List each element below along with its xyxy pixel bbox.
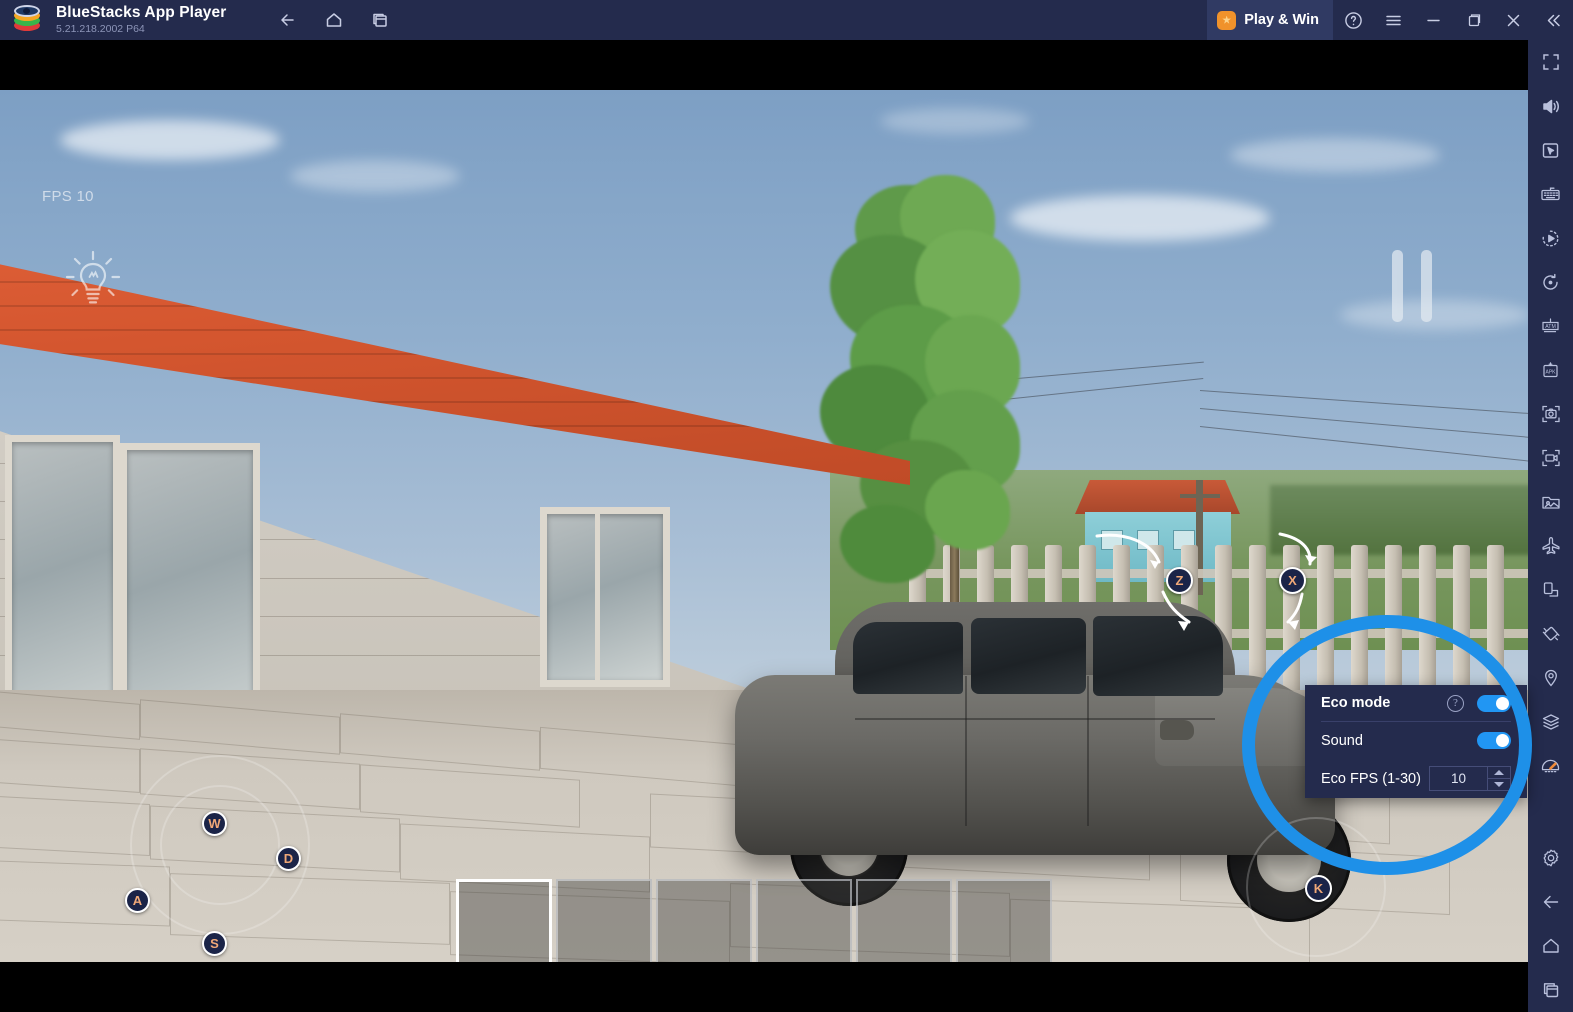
pause-icon: [1392, 250, 1432, 322]
eco-mode-row: Eco mode ?: [1321, 685, 1511, 722]
house-window: [540, 507, 670, 687]
help-icon[interactable]: [1333, 0, 1373, 40]
car-windshield: [1093, 616, 1223, 696]
home-icon[interactable]: [314, 0, 354, 40]
hotbar-slot[interactable]: [556, 879, 652, 962]
maximize-icon[interactable]: [1453, 0, 1493, 40]
record-screen-icon[interactable]: [1528, 436, 1573, 480]
location-icon[interactable]: [1528, 656, 1573, 700]
key-x[interactable]: X: [1279, 567, 1306, 594]
window-version: 5.21.218.2002 P64: [56, 22, 145, 35]
nav-back-icon[interactable]: [1528, 880, 1573, 924]
eco-fps-label: Eco FPS (1-30): [1321, 770, 1421, 787]
window-title-block: BlueStacks App Player 5.21.218.2002 P64: [56, 4, 227, 35]
eco-fps-arrows: [1487, 766, 1511, 791]
emulator-viewport: FPS 10 W A S D Z X K: [0, 40, 1528, 1012]
collapse-sidebar-icon[interactable]: [1533, 0, 1573, 40]
title-bar: BlueStacks App Player 5.21.218.2002 P64: [0, 0, 1573, 40]
coin-icon: [1218, 11, 1236, 29]
car-side-mirror: [1160, 720, 1194, 740]
eco-mode-icon[interactable]: [1528, 744, 1573, 788]
hotbar-slot[interactable]: [656, 879, 752, 962]
hotbar-slot[interactable]: [756, 879, 852, 962]
titlebar-right-group: Play & Win: [1207, 0, 1573, 40]
macro-record-icon[interactable]: [1528, 216, 1573, 260]
menu-icon[interactable]: [1373, 0, 1413, 40]
layers-icon[interactable]: [1528, 700, 1573, 744]
key-w[interactable]: W: [202, 811, 227, 836]
sound-label: Sound: [1321, 732, 1363, 749]
help-icon[interactable]: ?: [1447, 694, 1464, 712]
roof: [0, 260, 910, 485]
apk-install-icon[interactable]: APK: [1528, 348, 1573, 392]
utility-pole-arm: [1180, 494, 1220, 498]
eco-fps-stepper[interactable]: 10: [1429, 766, 1511, 791]
svg-text:ATM: ATM: [1545, 323, 1556, 329]
hotbar-slot[interactable]: [856, 879, 952, 962]
media-manager-icon[interactable]: [1528, 480, 1573, 524]
fps-overlay: FPS 10: [42, 188, 94, 205]
stepper-down-icon[interactable]: [1488, 779, 1510, 790]
key-d[interactable]: D: [276, 846, 301, 871]
sound-row: Sound: [1321, 722, 1511, 759]
back-icon[interactable]: [268, 0, 308, 40]
titlebar-nav-group: [268, 0, 400, 40]
screenshot-icon[interactable]: [1528, 392, 1573, 436]
bluestacks-window: BlueStacks App Player 5.21.218.2002 P64: [0, 0, 1573, 1012]
play-and-win-button[interactable]: Play & Win: [1207, 0, 1333, 40]
bluestacks-logo: [12, 5, 42, 35]
settings-gear-icon[interactable]: [1528, 836, 1573, 880]
hotbar: [456, 879, 1052, 962]
eco-fps-row: Eco FPS (1-30) 10: [1321, 759, 1511, 798]
hotbar-slot[interactable]: [456, 879, 552, 962]
key-k[interactable]: K: [1305, 875, 1332, 902]
play-and-win-label: Play & Win: [1244, 12, 1319, 28]
eco-mode-label: Eco mode: [1321, 695, 1391, 711]
lightbulb-icon: [58, 240, 128, 315]
stepper-up-icon[interactable]: [1488, 767, 1510, 779]
key-s[interactable]: S: [202, 931, 227, 956]
house-window: [5, 435, 120, 730]
hotbar-slot[interactable]: [956, 879, 1052, 962]
svg-text:APK: APK: [1545, 369, 1556, 375]
close-icon[interactable]: [1493, 0, 1533, 40]
minimize-icon[interactable]: [1413, 0, 1453, 40]
nav-recents-icon[interactable]: [1528, 968, 1573, 1012]
fullscreen-icon[interactable]: [1528, 40, 1573, 84]
orientation-icon[interactable]: [1528, 568, 1573, 612]
eco-mode-panel: Eco mode ? Sound Eco FPS (1-30) 10: [1305, 685, 1527, 798]
car-window-rear: [853, 622, 963, 694]
right-sidebar: ATM APK: [1528, 40, 1573, 1012]
game-screen[interactable]: FPS 10 W A S D Z X K: [0, 90, 1528, 962]
car-window-mid: [971, 618, 1086, 694]
atm-icon[interactable]: ATM: [1528, 304, 1573, 348]
nav-home-icon[interactable]: [1528, 924, 1573, 968]
airplane-icon[interactable]: [1528, 524, 1573, 568]
keyboard-icon[interactable]: [1528, 172, 1573, 216]
multi-instance-icon[interactable]: [360, 0, 400, 40]
key-a[interactable]: A: [125, 888, 150, 913]
eco-fps-value[interactable]: 10: [1429, 766, 1487, 791]
rotate-icon[interactable]: [1528, 260, 1573, 304]
volume-icon[interactable]: [1528, 84, 1573, 128]
shake-icon[interactable]: [1528, 612, 1573, 656]
cursor-pointer-icon[interactable]: [1528, 128, 1573, 172]
eco-mode-toggle[interactable]: [1477, 694, 1511, 712]
key-z[interactable]: Z: [1166, 567, 1193, 594]
window-title: BlueStacks App Player: [56, 4, 227, 22]
sound-toggle[interactable]: [1477, 732, 1511, 749]
